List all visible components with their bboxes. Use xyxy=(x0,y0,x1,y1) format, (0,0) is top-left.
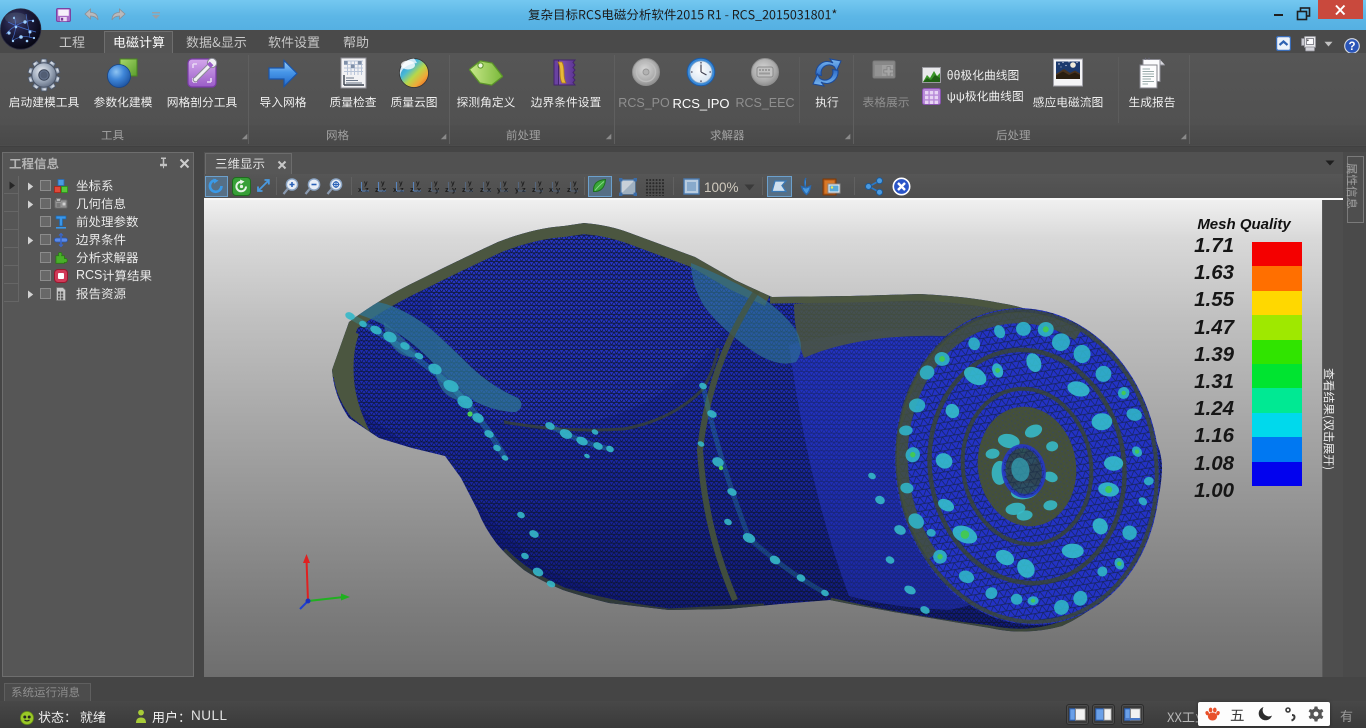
svg-text:y: y xyxy=(399,180,403,187)
svg-text:x: x xyxy=(393,185,398,194)
svg-text:y: y xyxy=(468,180,472,187)
svg-text:x: x xyxy=(549,185,554,194)
svg-text:y: y xyxy=(486,180,490,187)
svg-text:y: y xyxy=(515,185,520,194)
svg-text:y: y xyxy=(538,180,542,187)
svg-text:y: y xyxy=(381,180,385,187)
svg-text:y: y xyxy=(434,180,438,187)
svg-text:y: y xyxy=(416,180,420,187)
svg-text:?: ? xyxy=(1348,41,1355,53)
svg-text:y: y xyxy=(555,180,559,187)
svg-text:y: y xyxy=(364,180,368,187)
svg-text:x: x xyxy=(358,185,363,194)
svg-text:y: y xyxy=(521,180,525,187)
svg-text:y: y xyxy=(497,185,502,194)
svg-text:y: y xyxy=(573,180,577,187)
svg-text:y: y xyxy=(451,180,455,187)
svg-text:y: y xyxy=(503,180,507,187)
